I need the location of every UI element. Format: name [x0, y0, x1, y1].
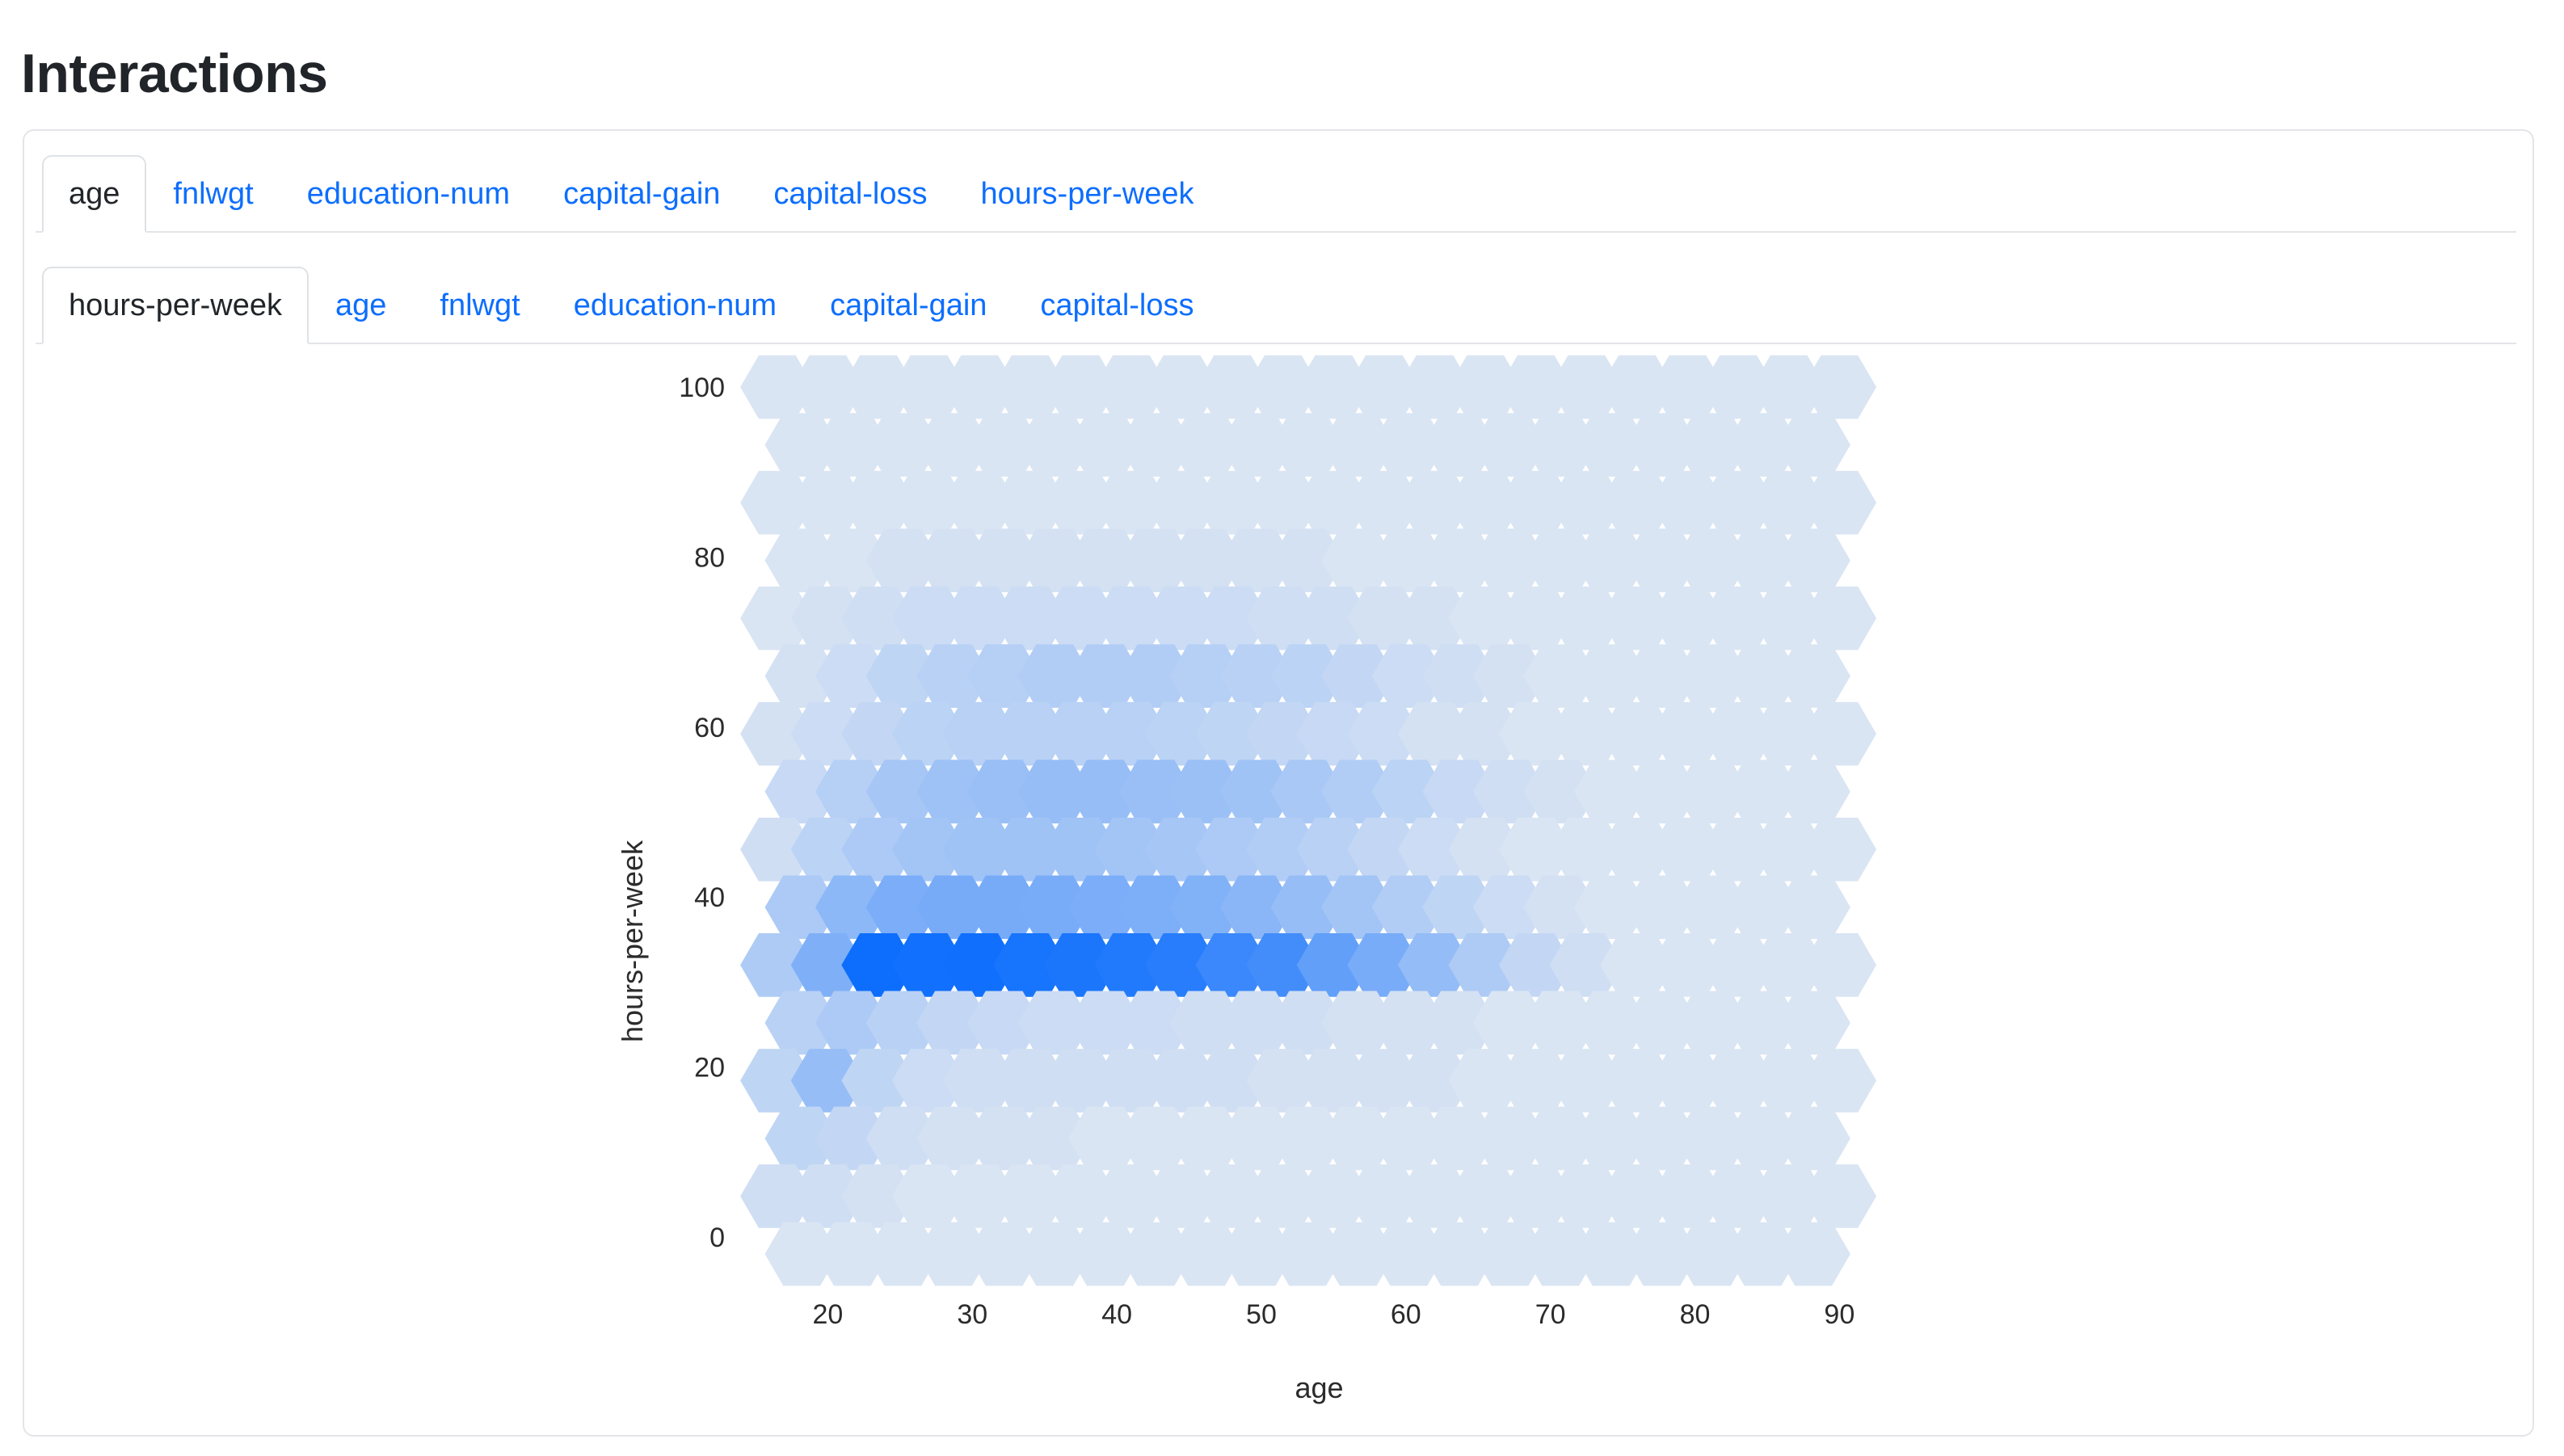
primary-tab-capital-gain[interactable]: capital-gain [537, 155, 747, 233]
secondary-tab-age[interactable]: age [309, 267, 413, 344]
y-tick-label: 40 [694, 882, 725, 913]
secondary-tab-capital-gain[interactable]: capital-gain [803, 267, 1013, 344]
interactions-page: Interactions age fnlwgt education-num capit… [0, 0, 2564, 1456]
hexbin-cell [1776, 413, 1850, 477]
y-tick-label: 60 [694, 713, 725, 743]
y-axis-title: hours-per-week [616, 840, 649, 1042]
hexbin-cell [1776, 528, 1850, 592]
secondary-tab-bar: hours-per-week age fnlwgt education-num capi… [36, 267, 2516, 344]
x-tick-label: 70 [1535, 1299, 1566, 1330]
y-tick-label: 0 [709, 1222, 725, 1253]
hexbin-cell [1776, 1106, 1850, 1171]
hexbin-cell [1776, 760, 1850, 824]
primary-tab-capital-loss[interactable]: capital-loss [747, 155, 954, 233]
hexbin-cell [1802, 586, 1877, 650]
x-tick-label: 20 [813, 1299, 844, 1330]
hexbin-cell [1802, 1049, 1877, 1113]
x-tick-label: 50 [1246, 1299, 1277, 1330]
primary-tab-education-num[interactable]: education-num [280, 155, 537, 233]
interactions-card: age fnlwgt education-num capital-gain capita… [23, 129, 2534, 1437]
y-tick-label: 20 [694, 1053, 725, 1084]
hexbin-cell [1802, 933, 1877, 997]
secondary-tab-fnlwgt[interactable]: fnlwgt [413, 267, 546, 344]
hexbin-cell [1802, 470, 1877, 535]
secondary-tab-education-num[interactable]: education-num [547, 267, 803, 344]
hexbin-cell [1802, 1164, 1877, 1228]
y-tick-label: 80 [694, 542, 725, 573]
primary-tab-bar: age fnlwgt education-num capital-gain capita… [36, 155, 2516, 233]
hexbin-cell [1802, 701, 1877, 766]
x-axis-title: age [1295, 1371, 1343, 1404]
hexbin-cell [1776, 644, 1850, 709]
hexbin-cells [740, 355, 1877, 1286]
y-axis: 0 20 40 60 80 100 [679, 372, 725, 1253]
hexbin-cell [1802, 817, 1877, 882]
secondary-tab-hours-per-week[interactable]: hours-per-week [42, 267, 309, 344]
page-title: Interactions [21, 42, 328, 104]
primary-tab-fnlwgt[interactable]: fnlwgt [146, 155, 280, 233]
primary-tab-age[interactable]: age [42, 155, 147, 233]
secondary-tab-capital-loss[interactable]: capital-loss [1013, 267, 1220, 344]
hexbin-cell [1776, 875, 1850, 940]
x-axis: 20 30 40 50 60 70 80 90 [813, 1299, 1855, 1330]
x-tick-label: 30 [957, 1299, 987, 1330]
x-tick-label: 60 [1391, 1299, 1421, 1330]
y-tick-label: 100 [679, 372, 725, 403]
x-tick-label: 40 [1101, 1299, 1132, 1330]
primary-tab-hours-per-week[interactable]: hours-per-week [954, 155, 1221, 233]
hexbin-cell [1776, 1222, 1850, 1286]
hexbin-chart: 0 20 40 60 80 100 20 30 40 50 60 70 80 90 hours-per-… [616, 355, 1877, 1404]
hexbin-cell [1776, 991, 1850, 1055]
hexbin-plot-container: 0 20 40 60 80 100 20 30 40 50 60 70 80 90 hours-per-… [24, 347, 2532, 1435]
hexbin-cell [1802, 355, 1877, 419]
x-tick-label: 90 [1824, 1299, 1855, 1330]
x-tick-label: 80 [1680, 1299, 1711, 1330]
